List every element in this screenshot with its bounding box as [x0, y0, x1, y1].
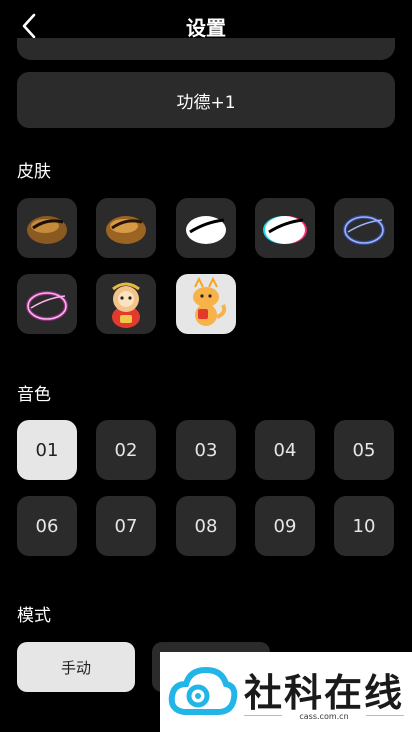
tone-option-09[interactable]: 09: [255, 496, 315, 556]
monkey-character-icon: [112, 282, 140, 328]
tone-option-01[interactable]: 01: [17, 420, 77, 480]
skin-dragon-character[interactable]: [176, 274, 236, 334]
dragon-character-icon: [193, 277, 227, 326]
tone-option-06[interactable]: 06: [17, 496, 77, 556]
tone-option-05[interactable]: 05: [334, 420, 394, 480]
skin-wooden-fish-white[interactable]: [176, 198, 236, 258]
previous-card: [17, 38, 395, 60]
wooden-fish-white-icon: [186, 216, 226, 244]
cloud-logo-icon: [168, 666, 238, 715]
skin-wooden-fish-golden[interactable]: [96, 198, 156, 258]
skin-wooden-fish-brown[interactable]: [17, 198, 77, 258]
tone-option-10[interactable]: 10: [334, 496, 394, 556]
skin-monkey-character[interactable]: [96, 274, 156, 334]
watermark-brand: 社科在线: [244, 671, 405, 715]
tone-option-04[interactable]: 04: [255, 420, 315, 480]
tone-option-08[interactable]: 08: [176, 496, 236, 556]
wooden-fish-golden-icon: [106, 216, 146, 244]
mode-manual-button[interactable]: 手动: [17, 642, 135, 692]
wooden-fish-brown-icon: [27, 216, 67, 244]
tone-option-03[interactable]: 03: [176, 420, 236, 480]
wooden-fish-neon-blue-icon: [343, 215, 385, 245]
tone-option-02[interactable]: 02: [96, 420, 156, 480]
skin-section-label: 皮肤: [17, 162, 51, 182]
tone-section-label: 音色: [17, 385, 51, 405]
skin-wooden-fish-neon-pink[interactable]: [17, 274, 77, 334]
wooden-fish-neon-pink-icon: [26, 291, 68, 321]
tone-option-07[interactable]: 07: [96, 496, 156, 556]
skin-wooden-fish-glitch[interactable]: [255, 198, 315, 258]
wooden-fish-glitch-icon: [263, 216, 307, 244]
watermark-url: cass.com.cn: [299, 712, 349, 721]
mode-section-label: 模式: [17, 606, 51, 626]
skin-wooden-fish-neon-blue[interactable]: [334, 198, 394, 258]
merit-button[interactable]: 功德+1: [17, 72, 395, 128]
watermark-divider-right: [366, 715, 404, 716]
watermark: 社科在线 cass.com.cn: [160, 652, 412, 732]
page-title: 设置: [186, 16, 226, 40]
